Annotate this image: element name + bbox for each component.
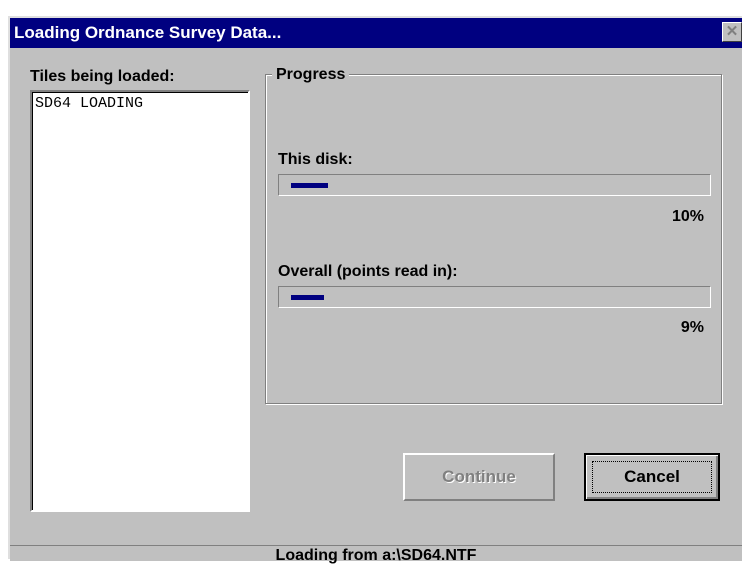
close-icon: ✕ (725, 23, 739, 40)
continue-button[interactable]: Continue (403, 453, 555, 501)
disk-progress-percent: 10% (671, 208, 704, 225)
progress-group (265, 74, 722, 404)
close-button[interactable]: ✕ (722, 22, 742, 42)
overall-progress-fill (291, 295, 324, 300)
overall-progress-percent: 9% (680, 319, 704, 336)
disk-progress-bar (278, 174, 711, 196)
list-item[interactable]: SD64 LOADING (32, 92, 248, 112)
window-title: Loading Ordnance Survey Data... (14, 23, 282, 42)
focus-rectangle (592, 461, 712, 493)
tiles-list-label: Tiles being loaded: (30, 68, 175, 85)
title-bar: Loading Ordnance Survey Data... ✕ (10, 18, 742, 48)
disk-progress-fill (291, 183, 328, 188)
loading-dialog: Loading Ordnance Survey Data... ✕ Tiles … (8, 16, 742, 564)
cancel-button[interactable]: Cancel (584, 453, 720, 501)
overall-progress-bar (278, 286, 711, 308)
status-text: Loading from a:\SD64.NTF (275, 547, 477, 564)
overall-progress-label: Overall (points read in): (278, 263, 458, 280)
disk-progress-label: This disk: (278, 151, 353, 168)
tiles-list[interactable]: SD64 LOADING (30, 90, 250, 512)
progress-group-label: Progress (272, 66, 350, 84)
